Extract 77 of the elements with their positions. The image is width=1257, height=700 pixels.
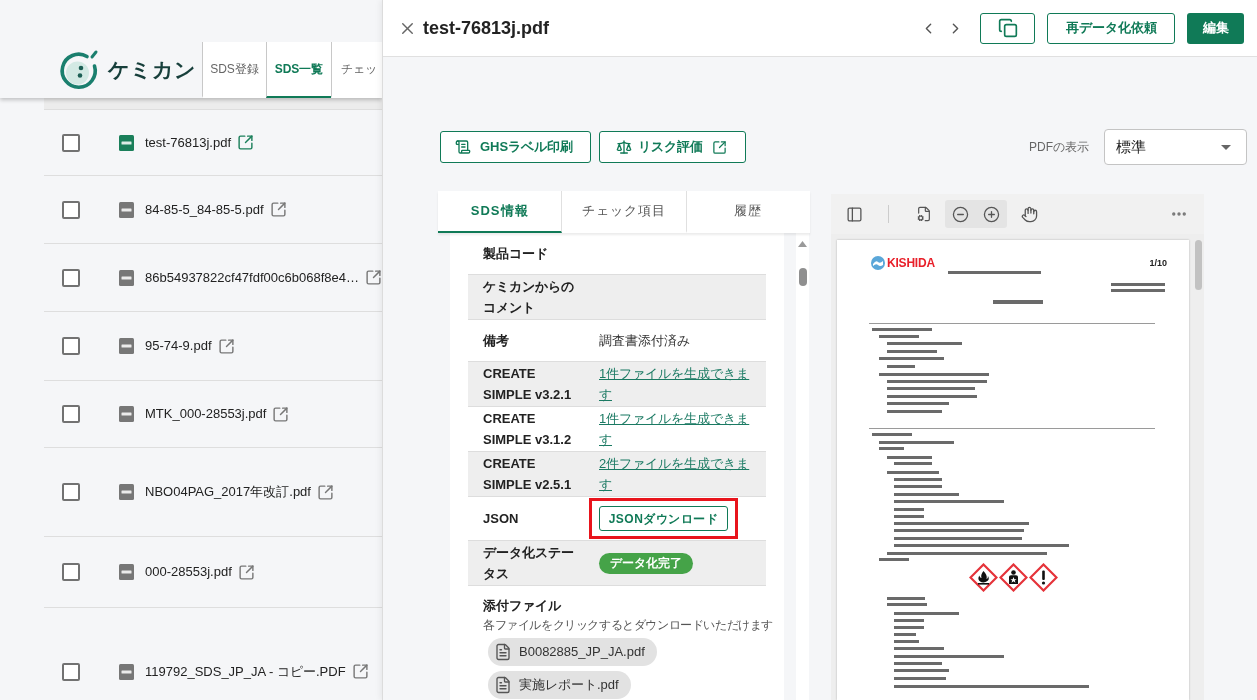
select-label: PDFの表示 [1029,139,1089,156]
sidebar-toggle-icon[interactable] [846,205,863,223]
external-link-icon[interactable] [237,134,254,151]
checkbox[interactable] [62,662,80,681]
row-label: 備考 [481,332,510,350]
checkbox[interactable] [62,133,80,152]
page-number: 1/10 [1149,258,1167,268]
file-name[interactable]: 119792_SDS_JP_JA - コピー.PDF [145,661,346,682]
file-name[interactable]: test-76813j.pdf [145,132,231,153]
flame-icon [969,562,998,592]
risk-assessment-button[interactable]: リスク評価 [599,131,746,163]
checkbox[interactable] [62,563,80,581]
copy-button[interactable] [980,12,1035,44]
health-hazard-icon [999,562,1028,592]
row-label: ケミカンからのコメント [482,278,575,317]
file-name[interactable]: 95-74-9.pdf [145,336,212,356]
zoom-out-icon[interactable] [952,205,969,223]
nav-tab[interactable]: SDS登録 [202,42,266,98]
scrollbar-thumb[interactable] [1195,240,1202,290]
checkbox[interactable] [62,200,80,219]
company-logo-text: KISHIDA [887,257,935,269]
hand-icon[interactable] [1021,205,1038,223]
page-settings-icon[interactable] [916,206,932,222]
status-badge: データ化完了 [599,552,693,574]
company-logo-icon [871,256,885,270]
dropdown-caret-icon [1221,144,1231,150]
logo-text: ケミカン [108,57,196,84]
file-generate-link[interactable]: 2件ファイルを生成できます [599,453,755,495]
file-name[interactable]: MTK_000-28553j.pdf [145,404,267,424]
logo-icon [58,49,100,91]
document-icon [494,676,512,694]
checkbox[interactable] [62,337,80,355]
re-digitize-request-button[interactable]: 再データ化依頼 [1047,12,1175,44]
row-label: データ化ステータス [482,544,575,583]
checkbox[interactable] [62,405,80,423]
file-generate-link[interactable]: 1件ファイルを生成できます [599,363,755,405]
exclamation-mark-icon [1029,562,1058,592]
external-link-icon[interactable] [269,201,287,218]
row-label: 製品コード [482,245,549,263]
file-name[interactable]: NBO04PAG_2017年改訂.pdf [145,482,311,502]
ghs-label-print-button[interactable]: GHSラベル印刷 [440,131,591,163]
external-link-icon[interactable] [316,483,334,501]
document-icon [494,643,512,661]
row-label: CREATE SIMPLE v3.2.1 [482,365,573,404]
attachment-chip[interactable]: B0082885_JP_JA.pdf [488,638,657,666]
drawer-title: test-76813j.pdf [423,16,550,40]
label-icon [455,139,471,155]
row-label: CREATE SIMPLE v2.5.1 [482,455,573,494]
checkbox[interactable] [62,268,80,287]
nav-tab[interactable]: チェッ [331,42,382,98]
external-link-icon[interactable] [217,337,235,355]
section-title: 添付ファイル [483,597,561,615]
file-generate-link[interactable]: 1件ファイルを生成できます [599,408,755,450]
edit-button[interactable]: 編集 [1187,12,1244,44]
external-link-icon[interactable] [272,405,290,423]
attachment-chip[interactable]: 実施レポート.pdf [488,671,631,699]
copy-icon [997,18,1018,38]
zoom-in-icon[interactable] [983,205,1000,223]
row-value: 調査書添付済み [599,332,690,350]
scrollbar-thumb[interactable] [798,268,807,286]
tab[interactable]: 履歴 [686,191,810,233]
checkbox[interactable] [62,483,80,501]
scale-icon [616,139,632,155]
hint-text: 各ファイルをクリックするとダウンロードいただけます [483,617,773,634]
json-download-button[interactable]: JSONダウンロード [599,506,728,531]
external-link-icon [712,139,727,155]
external-link-icon[interactable] [364,269,382,286]
nav-tab[interactable]: SDS一覧 [266,42,331,98]
scroll-up-arrow-icon[interactable] [798,241,807,247]
file-name[interactable]: 86b54937822cf47fdf00c6b068f8e4… [145,267,359,288]
row-label: JSON [482,510,520,528]
external-link-icon[interactable] [237,563,255,581]
row-label: CREATE SIMPLE v3.1.2 [482,410,573,449]
external-link-icon[interactable] [351,663,369,680]
file-name[interactable]: 84-85-5_84-85-5.pdf [145,199,264,220]
file-name[interactable]: 000-28553j.pdf [145,562,232,582]
pdf-display-select[interactable]: 標準 [1104,129,1247,165]
